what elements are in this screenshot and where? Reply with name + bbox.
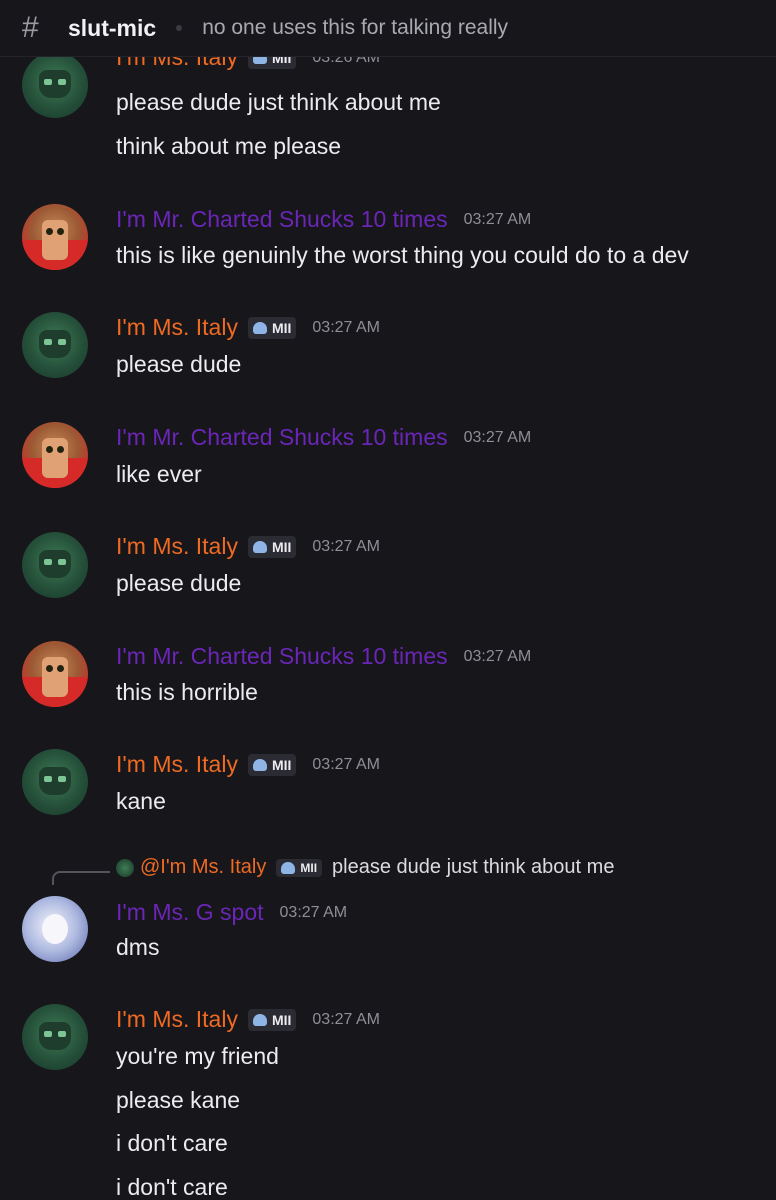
author-name[interactable]: I'm Mr. Charted Shucks 10 times xyxy=(116,643,448,670)
message-header: I'm Mr. Charted Shucks 10 times 03:27 AM xyxy=(116,643,531,670)
author-name[interactable]: I'm Ms. Italy xyxy=(116,1006,238,1033)
message-header: I'm Ms. G spot 03:27 AM xyxy=(116,899,347,926)
message-text: please dude xyxy=(116,351,242,377)
message-header: I'm Ms. Italy MII 03:27 AM xyxy=(116,751,380,778)
message-text: think about me please xyxy=(116,133,342,159)
timestamp: 03:27 AM xyxy=(312,1010,381,1028)
author-name[interactable]: I'm Ms. Italy xyxy=(116,314,238,341)
mushroom-icon xyxy=(252,758,267,771)
avatar[interactable] xyxy=(22,1004,88,1070)
mushroom-icon xyxy=(252,1013,267,1026)
message-feed[interactable]: I'm Ms. Italy MII 03:26 AM please dude j… xyxy=(0,56,776,1200)
timestamp: 03:26 AM xyxy=(312,56,381,66)
reply-connector xyxy=(52,871,110,885)
avatar[interactable] xyxy=(22,641,88,707)
author-name[interactable]: I'm Ms. Italy xyxy=(116,751,238,778)
timestamp: 03:27 AM xyxy=(312,318,381,336)
channel-topic[interactable]: no one uses this for talking really xyxy=(202,16,508,40)
message-text: please kane xyxy=(116,1087,241,1113)
mushroom-icon xyxy=(252,321,267,334)
reply-mention[interactable]: @I'm Ms. Italy xyxy=(140,856,266,879)
message-header: I'm Mr. Charted Shucks 10 times 03:27 AM xyxy=(116,424,531,451)
message-text: this is like genuinly the worst thing yo… xyxy=(116,242,689,268)
avatar[interactable] xyxy=(22,896,88,962)
message-header: I'm Ms. Italy MII 03:27 AM xyxy=(116,533,380,560)
channel-header: # slut-mic no one uses this for talking … xyxy=(0,0,776,57)
author-name[interactable]: I'm Ms. G spot xyxy=(116,899,264,926)
server-tag-badge[interactable]: MII xyxy=(247,753,297,776)
channel-name[interactable]: slut-mic xyxy=(68,15,156,42)
message-header: I'm Ms. Italy MII 03:27 AM xyxy=(116,314,380,341)
message-text: kane xyxy=(116,788,166,814)
avatar[interactable] xyxy=(22,312,88,378)
message-text: like ever xyxy=(116,461,202,487)
message-text: i don't care xyxy=(116,1174,228,1200)
badge-label: MII xyxy=(271,319,292,336)
avatar[interactable] xyxy=(22,749,88,815)
badge-label: MII xyxy=(271,538,292,555)
mushroom-icon xyxy=(252,56,267,64)
author-name[interactable]: I'm Ms. Italy xyxy=(116,533,238,560)
avatar[interactable] xyxy=(22,422,88,488)
badge-label: MII xyxy=(300,860,318,875)
server-tag-badge[interactable]: MII xyxy=(247,1008,297,1031)
message-text: please dude just think about me xyxy=(116,89,441,115)
message-text: dms xyxy=(116,934,160,960)
reply-preview[interactable]: @I'm Ms. Italy MII please dude just thin… xyxy=(116,856,614,879)
message-text: please dude xyxy=(116,570,242,596)
badge-label: MII xyxy=(271,1011,292,1028)
reply-text: please dude just think about me xyxy=(332,856,615,878)
author-name[interactable]: I'm Ms. Italy xyxy=(116,56,238,71)
message-header: I'm Ms. Italy MII 03:27 AM xyxy=(116,1006,380,1033)
message-header: I'm Ms. Italy MII 03:26 AM xyxy=(116,56,380,71)
timestamp: 03:27 AM xyxy=(312,537,381,555)
author-name[interactable]: I'm Mr. Charted Shucks 10 times xyxy=(116,206,448,233)
server-tag-badge[interactable]: MII xyxy=(247,56,297,69)
server-tag-badge[interactable]: MII xyxy=(247,535,297,558)
mushroom-icon xyxy=(281,861,296,874)
message-text: you're my friend xyxy=(116,1043,279,1069)
message-text: this is horrible xyxy=(116,679,258,705)
timestamp: 03:27 AM xyxy=(463,647,532,665)
message-text: i don't care xyxy=(116,1130,228,1156)
timestamp: 03:27 AM xyxy=(463,428,532,446)
avatar[interactable] xyxy=(22,204,88,270)
mushroom-icon xyxy=(252,540,267,553)
author-name[interactable]: I'm Mr. Charted Shucks 10 times xyxy=(116,424,448,451)
reply-avatar xyxy=(116,858,134,877)
avatar[interactable] xyxy=(22,532,88,598)
badge-label: MII xyxy=(271,756,292,773)
avatar[interactable] xyxy=(22,56,88,118)
topic-divider xyxy=(176,25,183,31)
badge-label: MII xyxy=(271,56,292,66)
server-tag-badge[interactable]: MII xyxy=(276,858,323,877)
timestamp: 03:27 AM xyxy=(463,210,532,228)
timestamp: 03:27 AM xyxy=(312,755,381,773)
hash-icon: # xyxy=(22,11,39,44)
timestamp: 03:27 AM xyxy=(279,903,348,921)
message-header: I'm Mr. Charted Shucks 10 times 03:27 AM xyxy=(116,206,531,233)
server-tag-badge[interactable]: MII xyxy=(247,316,297,339)
